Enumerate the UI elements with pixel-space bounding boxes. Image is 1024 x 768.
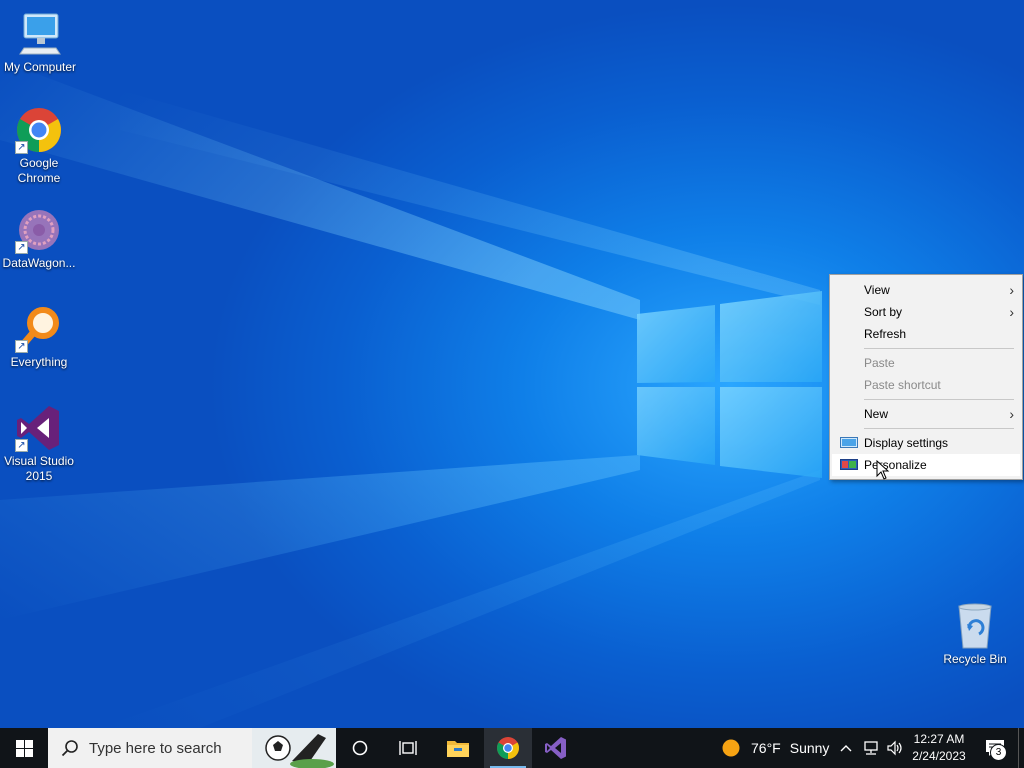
icon-label: Google Chrome [17, 156, 61, 185]
shortcut-arrow-icon: ↗ [15, 340, 28, 353]
display-settings-icon [840, 437, 858, 448]
menu-item-label: Refresh [864, 327, 907, 341]
file-explorer-icon [447, 741, 469, 757]
shortcut-arrow-icon: ↗ [15, 439, 28, 452]
desktop-icon-google-chrome[interactable]: ↗ Google Chrome [0, 106, 79, 186]
desktop-icon-visual-studio[interactable]: ↗ Visual Studio 2015 [0, 404, 79, 484]
notification-count-badge: 3 [990, 744, 1007, 761]
visual-studio-icon: ↗ [15, 404, 63, 452]
menu-item-label: Display settings [864, 436, 949, 450]
desktop-context-menu: View › Sort by › Refresh Paste Paste sho… [829, 274, 1023, 480]
task-view-icon [399, 741, 417, 755]
submenu-arrow-icon: › [1009, 282, 1014, 298]
menu-item-label: Paste shortcut [864, 378, 941, 392]
mouse-cursor-icon [876, 460, 890, 480]
everything-search-icon: ↗ [15, 305, 63, 353]
weather-widget[interactable]: 76°F Sunny [716, 728, 830, 768]
recycle-bin-icon [951, 602, 999, 650]
task-view-button[interactable] [384, 728, 432, 768]
menu-item-paste-shortcut[interactable]: Paste shortcut [832, 374, 1020, 396]
taskbar: Type here to search 76°F Sunny 12:27 AM … [0, 728, 1024, 768]
search-icon [61, 740, 78, 757]
weather-temperature: 76°F [751, 740, 781, 756]
weather-condition: Sunny [789, 740, 830, 756]
show-desktop-button[interactable] [1018, 728, 1024, 768]
clock-date: 2/24/2023 [912, 749, 966, 763]
menu-item-display-settings[interactable]: Display settings [832, 432, 1020, 454]
action-center-button[interactable]: 3 [978, 728, 1012, 768]
menu-item-label: New [864, 407, 889, 421]
menu-separator [864, 399, 1014, 400]
menu-item-view[interactable]: View › [832, 279, 1020, 301]
datawagon-icon: ↗ [15, 206, 63, 254]
chrome-taskbar-button[interactable] [484, 728, 532, 768]
file-explorer-button[interactable] [434, 728, 482, 768]
network-button[interactable] [860, 728, 882, 768]
menu-separator [864, 428, 1014, 429]
menu-item-label: Paste [864, 356, 895, 370]
desktop[interactable]: My Computer ↗ Google Chrome ↗ DataWagon.… [0, 0, 1024, 728]
chrome-icon: ↗ [15, 106, 63, 154]
show-hidden-icons-button[interactable] [836, 728, 856, 768]
computer-icon [16, 10, 64, 58]
icon-label: DataWagon... [2, 256, 76, 270]
menu-item-label: Personalize [864, 458, 927, 472]
clock[interactable]: 12:27 AM 2/24/2023 [906, 728, 972, 768]
menu-item-paste[interactable]: Paste [832, 352, 1020, 374]
cortana-icon [352, 740, 368, 756]
desktop-icon-datawagon[interactable]: ↗ DataWagon... [0, 206, 79, 271]
cortana-button[interactable] [336, 728, 384, 768]
desktop-icon-everything[interactable]: ↗ Everything [0, 305, 79, 370]
personalize-icon [840, 459, 858, 470]
menu-item-sort-by[interactable]: Sort by › [832, 301, 1020, 323]
desktop-icon-recycle-bin[interactable]: Recycle Bin [935, 602, 1015, 667]
menu-item-new[interactable]: New › [832, 403, 1020, 425]
icon-label: Everything [10, 355, 68, 369]
volume-icon [887, 740, 902, 756]
menu-item-label: View [864, 283, 890, 297]
clock-time: 12:27 AM [913, 732, 965, 746]
menu-item-personalize[interactable]: Personalize [832, 454, 1020, 476]
shortcut-arrow-icon: ↗ [15, 141, 28, 154]
shortcut-arrow-icon: ↗ [15, 241, 28, 254]
windows-logo [637, 291, 822, 478]
menu-item-label: Sort by [864, 305, 903, 319]
windows-start-icon [15, 739, 33, 757]
search-placeholder: Type here to search [89, 739, 222, 757]
network-icon [864, 741, 878, 755]
visual-studio-taskbar-button[interactable] [532, 728, 580, 768]
menu-item-refresh[interactable]: Refresh [832, 323, 1020, 345]
visual-studio-icon [545, 737, 566, 759]
icon-label: My Computer [3, 60, 77, 74]
menu-separator [864, 348, 1014, 349]
chrome-icon [497, 737, 519, 759]
submenu-arrow-icon: › [1009, 304, 1014, 320]
search-highlight-image [252, 728, 336, 768]
desktop-icon-my-computer[interactable]: My Computer [0, 10, 80, 75]
sun-icon [722, 739, 740, 757]
submenu-arrow-icon: › [1009, 406, 1014, 422]
chevron-up-icon [840, 745, 852, 752]
start-button[interactable] [0, 728, 48, 768]
taskbar-search-box[interactable]: Type here to search [48, 728, 336, 768]
volume-button[interactable] [884, 728, 906, 768]
icon-label: Visual Studio 2015 [4, 454, 74, 483]
icon-label: Recycle Bin [943, 652, 1007, 666]
